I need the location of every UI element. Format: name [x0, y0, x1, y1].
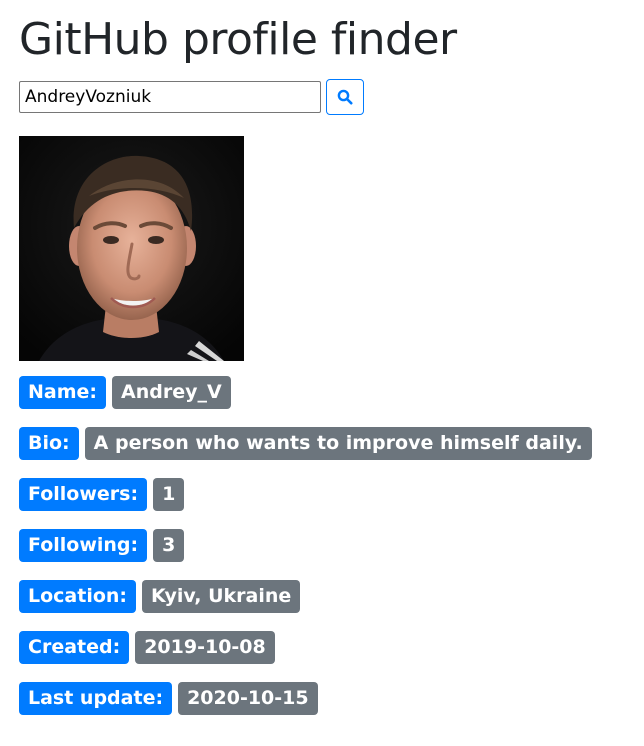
field-label: Bio:: [19, 427, 79, 460]
field-location: Location: Kyiv, Ukraine: [19, 580, 592, 631]
field-last-update: Last update: 2020-10-15: [19, 682, 592, 733]
field-label: Last update:: [19, 682, 173, 715]
field-created: Created: 2019-10-08: [19, 631, 592, 682]
field-label: Created:: [19, 631, 130, 664]
search-icon: [337, 89, 353, 105]
field-value: 2019-10-08: [135, 631, 275, 664]
field-bio: Bio: A person who wants to improve himse…: [19, 427, 592, 478]
field-name: Name: Andrey_V: [19, 376, 592, 427]
field-label: Location:: [19, 580, 137, 613]
search-input[interactable]: [19, 81, 321, 113]
avatar: [19, 136, 244, 361]
field-following: Following: 3: [19, 529, 592, 580]
field-value: Kyiv, Ukraine: [142, 580, 301, 613]
search-bar: [19, 79, 364, 115]
field-label: Following:: [19, 529, 148, 562]
field-value: 1: [153, 478, 185, 511]
search-button[interactable]: [326, 79, 364, 115]
field-value: A person who wants to improve himself da…: [84, 427, 592, 460]
page-title: GitHub profile finder: [19, 14, 457, 65]
field-label: Name:: [19, 376, 107, 409]
field-value: 2020-10-15: [178, 682, 318, 715]
profile-fields: Name: Andrey_V Bio: A person who wants t…: [19, 376, 592, 733]
field-label: Followers:: [19, 478, 148, 511]
field-value: Andrey_V: [112, 376, 231, 409]
field-value: 3: [153, 529, 185, 562]
field-followers: Followers: 1: [19, 478, 592, 529]
